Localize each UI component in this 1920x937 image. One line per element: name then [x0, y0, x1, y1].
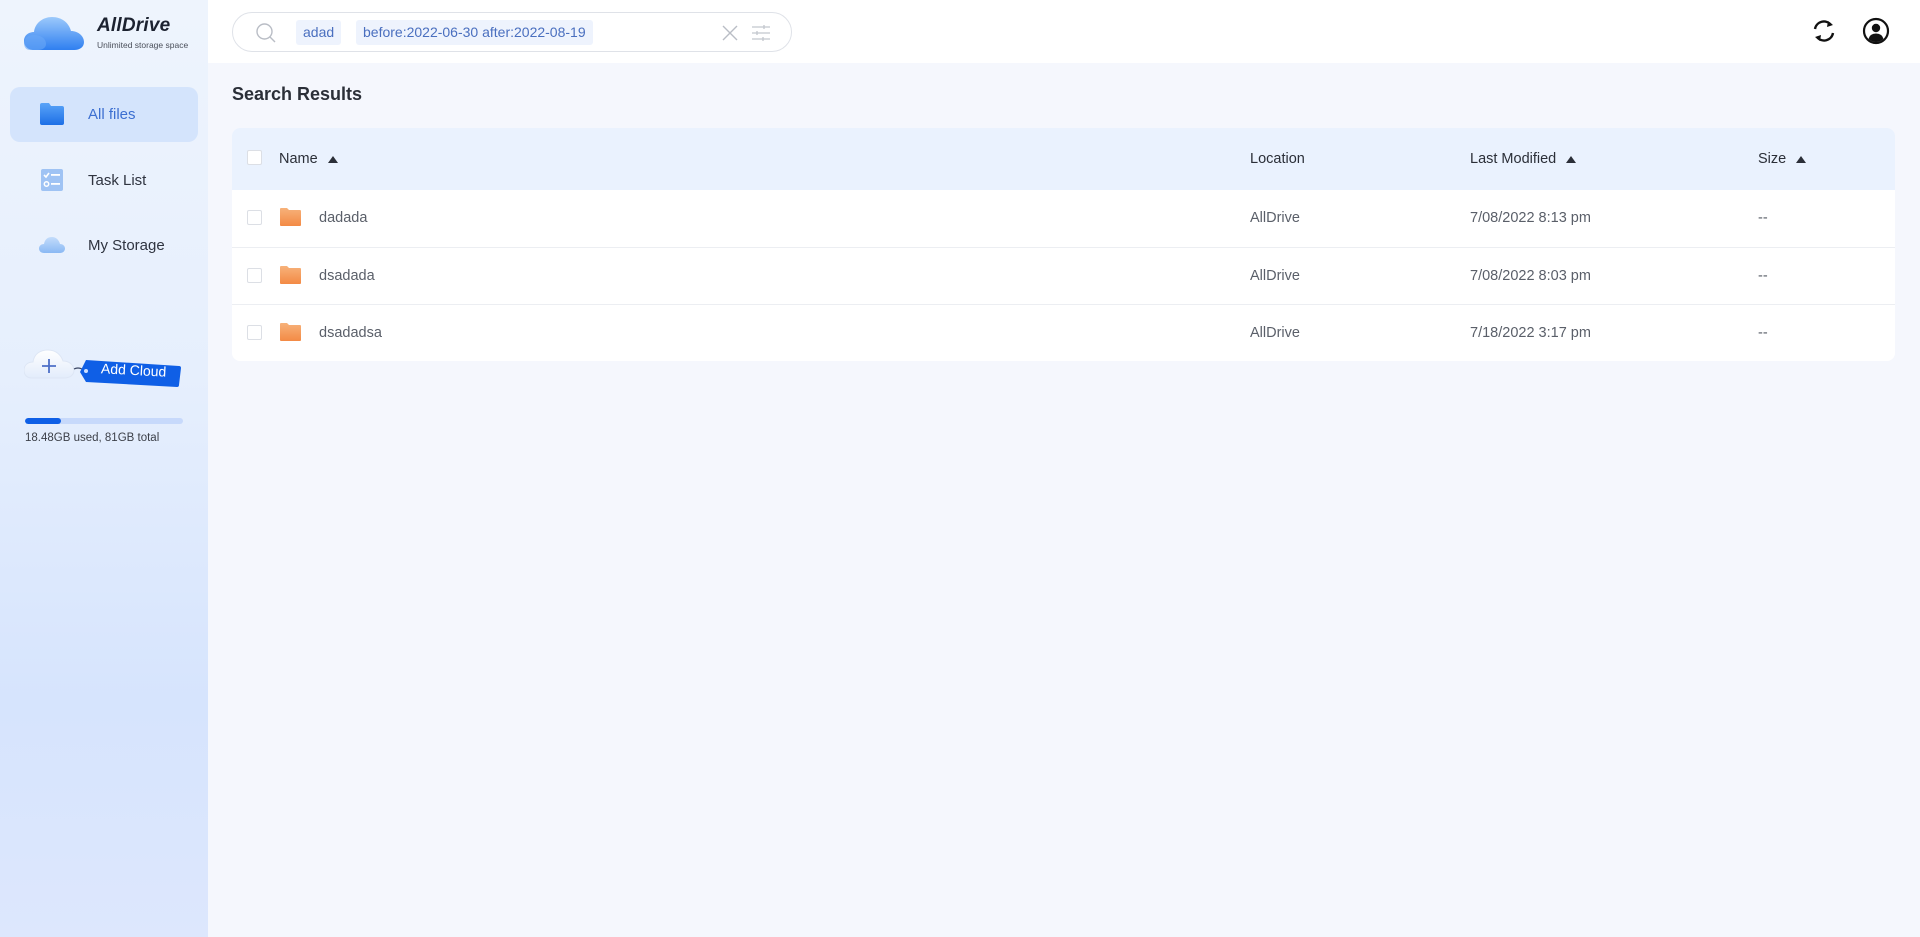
search-icon[interactable]: [255, 22, 277, 44]
search-date-filter-chip[interactable]: before:2022-06-30 after:2022-08-19: [356, 20, 593, 45]
app-logo[interactable]: AllDrive Unlimited storage space: [24, 12, 204, 56]
file-name[interactable]: dsadada: [319, 248, 375, 305]
file-name[interactable]: dsadadsa: [319, 305, 382, 361]
sidebar-item-my-storage[interactable]: My Storage: [10, 218, 198, 273]
add-cloud-label: Add Cloud: [100, 360, 167, 380]
clear-icon[interactable]: [721, 24, 739, 42]
storage-usage-bar: [25, 418, 183, 424]
sidebar-item-all-files[interactable]: All files: [10, 87, 198, 142]
add-cloud-button[interactable]: Add Cloud: [23, 342, 184, 394]
sort-ascending-icon[interactable]: [327, 155, 338, 163]
sort-ascending-icon[interactable]: [1566, 155, 1577, 163]
file-size: --: [1758, 268, 1768, 284]
folder-icon: [40, 103, 64, 125]
app-tagline: Unlimited storage space: [97, 40, 189, 50]
select-all-checkbox[interactable]: [247, 150, 262, 165]
column-header-size[interactable]: Size: [1758, 128, 1807, 190]
sidebar-item-label: All files: [88, 106, 136, 123]
column-header-last-modified[interactable]: Last Modified: [1470, 128, 1577, 190]
storage-usage-text: 18.48GB used, 81GB total: [25, 432, 160, 444]
page-title: Search Results: [232, 84, 363, 104]
app-name: AllDrive: [97, 15, 171, 36]
file-last-modified: 7/08/2022 8:03 pm: [1470, 268, 1591, 284]
sidebar-item-label: My Storage: [88, 237, 165, 254]
row-checkbox[interactable]: [247, 268, 262, 283]
sort-ascending-icon[interactable]: [1796, 155, 1807, 163]
search-input[interactable]: adad before:2022-06-30 after:2022-08-19: [232, 12, 792, 52]
search-keyword-chip[interactable]: adad: [296, 20, 342, 45]
search-results-table: Name Location Last Modified Size dadada …: [232, 128, 1895, 361]
cloud-icon: [39, 237, 65, 253]
column-header-name[interactable]: Name: [279, 128, 338, 190]
user-account-icon[interactable]: [1862, 17, 1890, 45]
sidebar-item-task-list[interactable]: Task List: [10, 153, 198, 208]
folder-icon: [280, 208, 301, 226]
file-name[interactable]: dadada: [319, 190, 367, 247]
sidebar-item-label: Task List: [88, 172, 147, 189]
column-header-label: Location: [1250, 151, 1305, 167]
column-header-label: Name: [279, 151, 318, 167]
sync-icon[interactable]: [1810, 17, 1838, 45]
folder-icon: [280, 266, 301, 284]
file-size: --: [1758, 325, 1768, 341]
row-checkbox[interactable]: [247, 210, 262, 225]
folder-icon: [280, 323, 301, 341]
column-header-location: Location: [1250, 128, 1305, 190]
filter-icon[interactable]: [751, 24, 771, 42]
table-body: dadada AllDrive 7/08/2022 8:13 pm -- dsa…: [232, 190, 1895, 361]
row-checkbox[interactable]: [247, 325, 262, 340]
logo-cloud-icon: [24, 17, 84, 50]
file-location: AllDrive: [1250, 210, 1300, 226]
column-header-label: Size: [1758, 151, 1787, 167]
top-header: adad before:2022-06-30 after:2022-08-19: [208, 0, 1920, 63]
file-last-modified: 7/08/2022 8:13 pm: [1470, 210, 1591, 226]
file-location: AllDrive: [1250, 268, 1300, 284]
column-header-label: Last Modified: [1470, 151, 1557, 167]
task-list-icon: [41, 169, 63, 191]
sidebar: AllDrive Unlimited storage space All fil…: [0, 0, 208, 937]
file-size: --: [1758, 210, 1768, 226]
table-row[interactable]: dsadadsa AllDrive 7/18/2022 3:17 pm --: [232, 304, 1895, 361]
file-last-modified: 7/18/2022 3:17 pm: [1470, 325, 1591, 341]
storage-usage-fill: [25, 418, 62, 424]
file-location: AllDrive: [1250, 325, 1300, 341]
table-header: Name Location Last Modified Size: [232, 128, 1895, 190]
table-row[interactable]: dsadada AllDrive 7/08/2022 8:03 pm --: [232, 247, 1895, 304]
table-row[interactable]: dadada AllDrive 7/08/2022 8:13 pm --: [232, 190, 1895, 247]
